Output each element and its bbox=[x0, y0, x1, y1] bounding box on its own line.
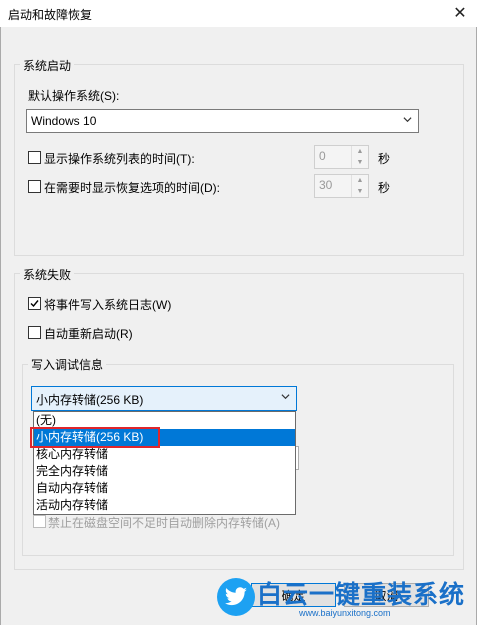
close-icon[interactable]: ✕ bbox=[447, 2, 473, 24]
watermark: 白云一键重装系统 www.baiyunxitong.com bbox=[217, 572, 472, 620]
watermark-url: www.baiyunxitong.com bbox=[299, 608, 391, 618]
watermark-text: 白云一键重装系统 bbox=[257, 580, 466, 609]
show-recovery-unit: 秒 bbox=[378, 181, 391, 195]
chevron-down-icon bbox=[281, 394, 290, 400]
debug-option[interactable]: 核心内存转储 bbox=[34, 446, 295, 463]
show-recovery-checkbox[interactable] bbox=[28, 180, 41, 193]
default-os-label: 默认操作系统(S): bbox=[28, 89, 120, 103]
checkmark-icon bbox=[30, 300, 39, 308]
debug-option[interactable]: 完全内存转储 bbox=[34, 463, 295, 480]
failure-group-label: 系统失败 bbox=[20, 266, 75, 283]
show-list-label: 显示操作系统列表的时间(T): bbox=[44, 152, 195, 166]
disable-auto-delete-label: 禁止在磁盘空间不足时自动删除内存转储(A) bbox=[48, 516, 280, 530]
debug-option[interactable]: 活动内存转储 bbox=[34, 497, 295, 514]
debug-selected-value: 小内存转储(256 KB) bbox=[36, 393, 144, 407]
debug-option[interactable]: 自动内存转储 bbox=[34, 480, 295, 497]
write-event-checkbox[interactable] bbox=[28, 297, 41, 310]
disable-auto-delete-checkbox[interactable] bbox=[33, 515, 46, 528]
debug-select[interactable]: 小内存转储(256 KB) bbox=[31, 386, 297, 411]
debug-group-label: 写入调试信息 bbox=[28, 356, 107, 373]
chevron-down-icon bbox=[403, 117, 412, 123]
window-title: 启动和故障恢复 bbox=[8, 8, 93, 22]
default-os-value: Windows 10 bbox=[31, 114, 97, 128]
show-recovery-value: 30 bbox=[319, 178, 333, 192]
auto-restart-label: 自动重新启动(R) bbox=[44, 327, 133, 341]
spin-down-icon[interactable]: ▼ bbox=[352, 186, 368, 197]
spin-up-icon[interactable]: ▲ bbox=[352, 146, 368, 157]
write-event-label: 将事件写入系统日志(W) bbox=[44, 298, 172, 312]
show-list-unit: 秒 bbox=[378, 152, 391, 166]
show-recovery-label: 在需要时显示恢复选项的时间(D): bbox=[44, 181, 220, 195]
bird-logo-icon bbox=[217, 578, 255, 616]
auto-restart-checkbox[interactable] bbox=[28, 326, 41, 339]
default-os-select[interactable]: Windows 10 bbox=[26, 109, 419, 133]
show-list-value: 0 bbox=[319, 149, 326, 163]
startup-group-label: 系统启动 bbox=[20, 57, 75, 74]
spin-down-icon[interactable]: ▼ bbox=[352, 157, 368, 168]
show-recovery-spinner[interactable]: 30 ▲ ▼ bbox=[314, 174, 369, 198]
spin-up-icon[interactable]: ▲ bbox=[352, 175, 368, 186]
title-bar: 启动和故障恢复 ✕ bbox=[0, 0, 477, 27]
highlight-box bbox=[30, 427, 160, 448]
show-list-spinner[interactable]: 0 ▲ ▼ bbox=[314, 145, 369, 169]
show-list-checkbox[interactable] bbox=[28, 151, 41, 164]
